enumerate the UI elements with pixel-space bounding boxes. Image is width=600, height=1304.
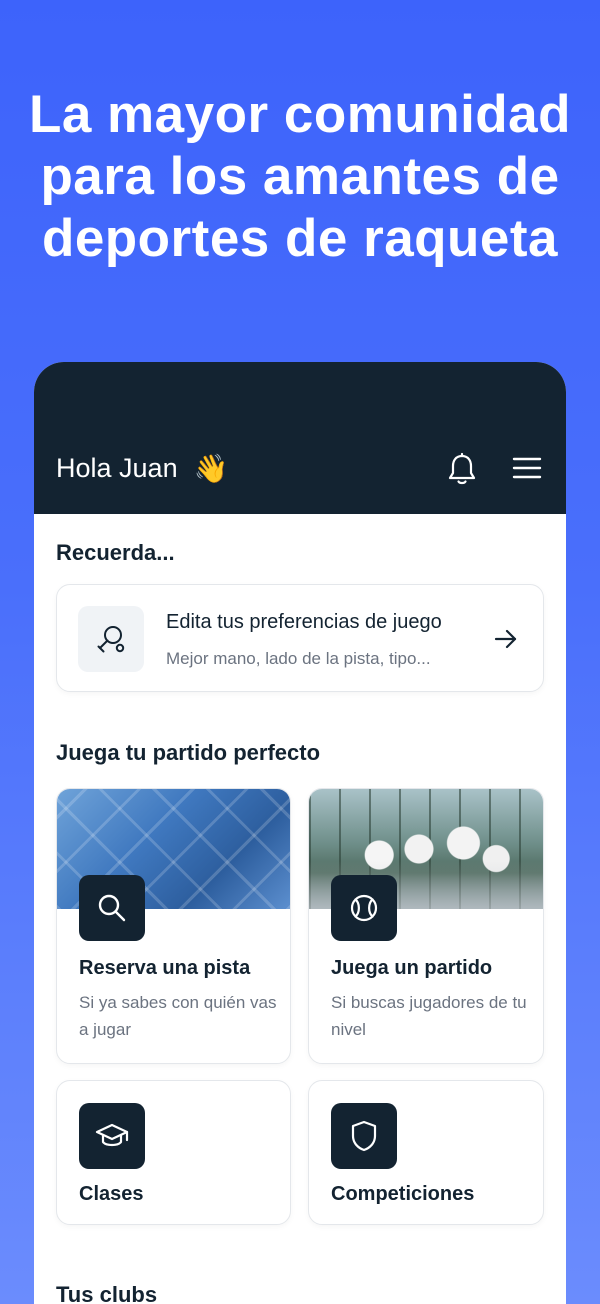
greeting: Hola Juan 👋 xyxy=(56,452,228,485)
racket-icon-box xyxy=(78,606,144,672)
competitions-title: Competiciones xyxy=(331,1183,475,1205)
search-icon-badge xyxy=(79,875,145,941)
edit-preferences-card[interactable]: Edita tus preferencias de juego Mejor ma… xyxy=(56,584,544,692)
ball-icon-badge xyxy=(331,875,397,941)
competitions-card[interactable]: Competiciones xyxy=(308,1080,544,1225)
play-section-title: Juega tu partido perfecto xyxy=(56,740,321,765)
headline-line-1: La mayor comunidad xyxy=(28,85,572,144)
play-match-subtitle: Si buscas jugadores de tu nivel xyxy=(331,993,527,1039)
classes-title: Clases xyxy=(79,1183,144,1205)
greeting-text: Hola Juan xyxy=(56,453,178,483)
ball-icon xyxy=(350,894,378,922)
book-court-title: Reserva una pista xyxy=(79,957,251,979)
graduation-cap-icon xyxy=(95,1123,129,1147)
hamburger-menu-icon[interactable] xyxy=(512,456,542,480)
play-match-title: Juega un partido xyxy=(331,957,493,979)
graduation-cap-icon-badge xyxy=(79,1103,145,1169)
shield-icon-badge xyxy=(331,1103,397,1169)
reminder-section-title: Recuerda... xyxy=(56,540,175,565)
search-icon xyxy=(98,894,126,922)
play-match-card[interactable]: Juega un partido Si buscas jugadores de … xyxy=(308,788,544,1064)
headline-line-3: deportes de raqueta xyxy=(41,209,559,268)
waving-hand-emoji: 👋 xyxy=(193,453,229,484)
shield-icon xyxy=(351,1120,377,1152)
book-court-card[interactable]: Reserva una pista Si ya sabes con quién … xyxy=(56,788,291,1064)
bell-icon[interactable] xyxy=(446,452,478,486)
app-screen: Hola Juan 👋 Recuerda... Edita tus prefer… xyxy=(34,362,566,1304)
headline: La mayor comunidad para los amantes de d… xyxy=(0,84,600,270)
app-header: Hola Juan 👋 xyxy=(34,362,566,514)
arrow-right-icon[interactable] xyxy=(493,627,519,651)
classes-card[interactable]: Clases xyxy=(56,1080,291,1225)
clubs-section-title: Tus clubs xyxy=(56,1282,158,1304)
racket-icon xyxy=(97,626,125,653)
headline-line-2: para los amantes de xyxy=(40,147,560,206)
reminder-title: Edita tus preferencias de juego xyxy=(166,611,442,633)
reminder-subtitle: Mejor mano, lado de la pista, tipo... xyxy=(166,649,431,668)
book-court-subtitle: Si ya sabes con quién vas a jugar xyxy=(79,993,277,1039)
